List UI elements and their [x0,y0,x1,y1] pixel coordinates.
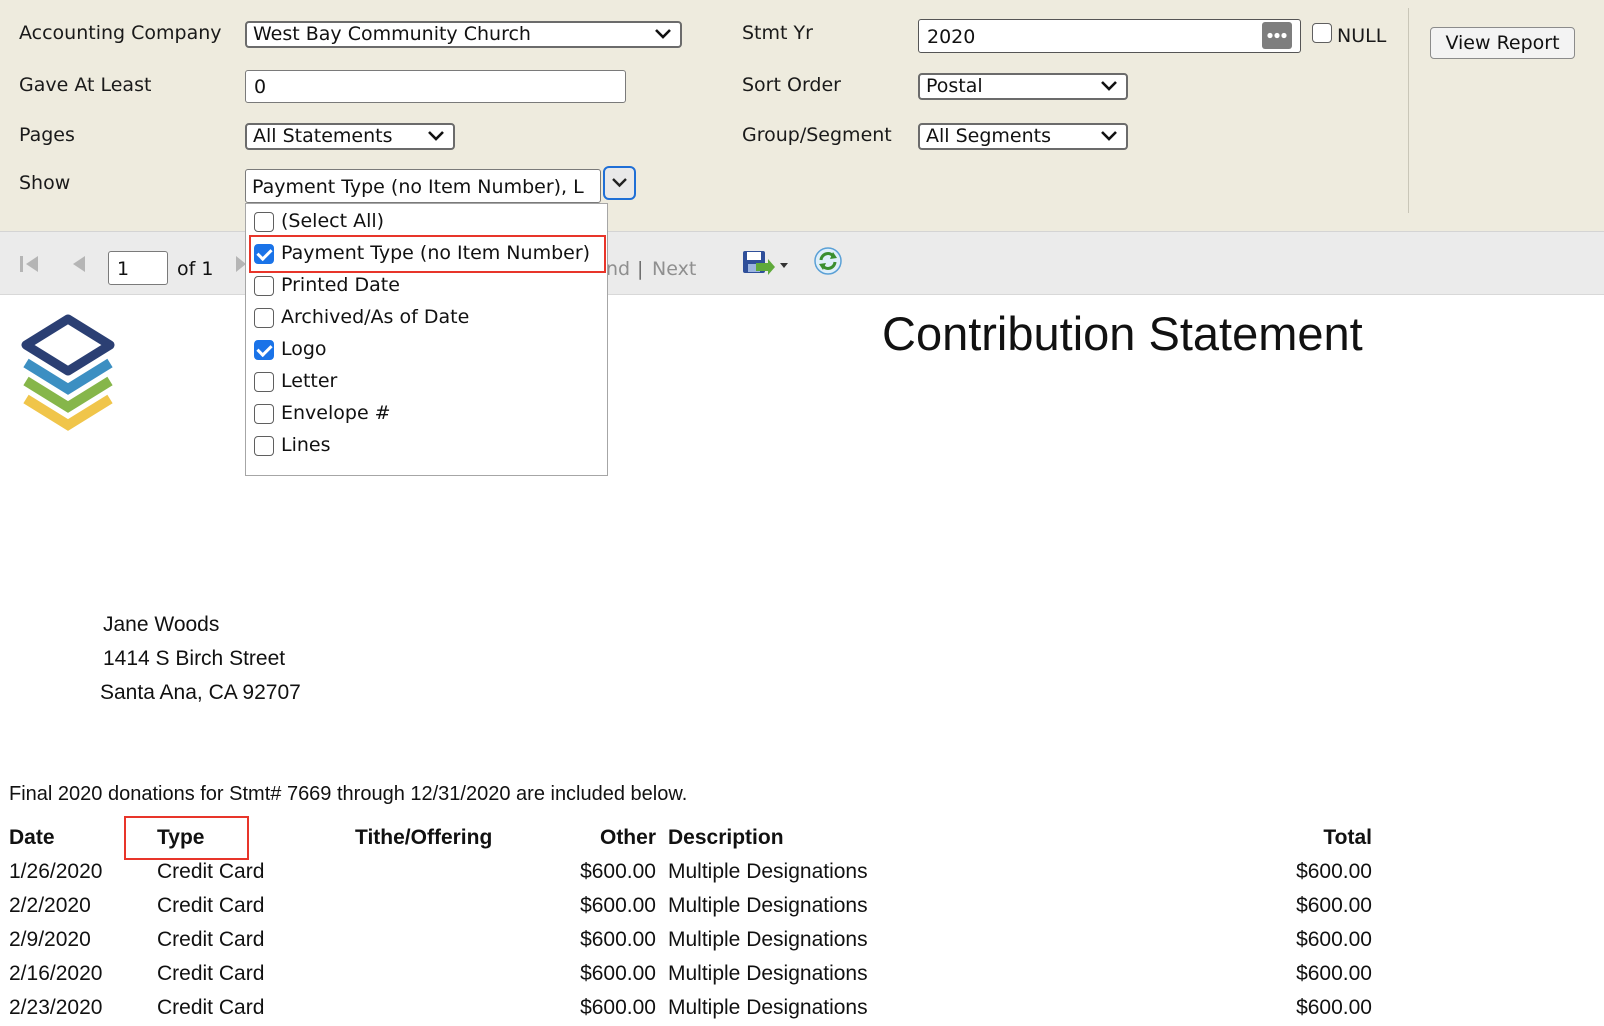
row-total: $600.00 [1296,962,1372,985]
row-type: Credit Card [157,962,265,985]
row-total: $600.00 [1296,894,1372,917]
stmt-yr-label: Stmt Yr [742,22,813,44]
null-label: NULL [1337,25,1387,47]
row-other: $600.00 [580,962,656,985]
chevron-down-icon [1101,81,1117,91]
option-checkbox[interactable] [254,308,274,328]
pages-label: Pages [19,124,75,146]
address-street: 1414 S Birch Street [103,647,286,670]
company-logo [21,314,115,431]
column-header-other: Other [599,826,656,849]
group-segment-label: Group/Segment [742,124,892,146]
parameter-panel: Accounting Company West Bay Community Ch… [0,0,1604,231]
find-link[interactable]: nd [606,258,630,280]
option-label: Logo [281,338,327,360]
show-multiselect-input[interactable]: Payment Type (no Item Number), L [245,169,601,203]
report-title: Contribution Statement [882,307,1363,360]
row-type: Credit Card [157,928,265,951]
row-date: 2/16/2020 [9,962,103,985]
toolbar-separator: | [637,258,644,280]
row-description: Multiple Designations [668,962,868,985]
row-total: $600.00 [1296,928,1372,951]
row-date: 1/26/2020 [9,860,103,883]
ellipsis-button[interactable] [1262,22,1292,49]
column-header-tithe: Tithe/Offering [355,826,493,849]
payment-type-option-highlight [249,235,606,273]
row-date: 2/2/2020 [9,894,91,917]
show-label: Show [19,172,71,194]
chevron-down-icon [1101,131,1117,141]
row-date: 2/9/2020 [9,928,91,951]
option-label: Printed Date [281,274,400,296]
option-checkbox[interactable] [254,372,274,392]
statement-intro: Final 2020 donations for Stmt# 7669 thro… [9,783,688,805]
row-date: 2/23/2020 [9,996,103,1019]
row-other: $600.00 [580,894,656,917]
option-checkbox[interactable] [254,436,274,456]
pages-select[interactable]: All Statements [245,123,455,150]
stmt-yr-input[interactable]: 2020 [918,19,1301,53]
row-other: $600.00 [580,860,656,883]
option-label: Lines [281,434,331,456]
panel-divider [1408,8,1409,213]
option-label: Archived/As of Date [281,306,470,328]
find-next-link[interactable]: Next [652,258,696,280]
view-report-button[interactable]: View Report [1430,27,1575,59]
row-description: Multiple Designations [668,996,868,1019]
option-label: Envelope # [281,402,391,424]
report-toolbar: 1 of 1 nd | Next [0,231,1604,295]
option-checkbox[interactable] [254,404,274,424]
row-total: $600.00 [1296,996,1372,1019]
row-description: Multiple Designations [668,860,868,883]
show-dropdown-button[interactable] [603,166,636,200]
chevron-down-icon [428,131,444,141]
ellipsis-icon [1267,32,1287,39]
previous-page-icon[interactable] [70,254,88,274]
row-description: Multiple Designations [668,928,868,951]
sort-order-value: Postal [926,75,983,97]
accounting-company-value: West Bay Community Church [253,23,531,45]
row-total: $600.00 [1296,860,1372,883]
option-checkbox[interactable] [254,276,274,296]
address-city: Santa Ana, CA 92707 [100,681,301,704]
accounting-company-select[interactable]: West Bay Community Church [245,21,682,48]
column-header-description: Description [668,826,784,849]
option-checkbox[interactable] [254,340,274,360]
address-name: Jane Woods [103,613,220,636]
pages-value: All Statements [253,125,393,147]
sort-order-select[interactable]: Postal [918,73,1128,100]
sort-order-label: Sort Order [742,74,841,96]
group-segment-select[interactable]: All Segments [918,123,1128,150]
row-other: $600.00 [580,928,656,951]
row-type: Credit Card [157,894,265,917]
gave-at-least-input[interactable]: 0 [245,70,626,103]
row-description: Multiple Designations [668,894,868,917]
page-count-label: of 1 [177,258,214,280]
accounting-company-label: Accounting Company [19,22,222,44]
option-label: (Select All) [281,210,385,232]
row-type: Credit Card [157,860,265,883]
option-label: Letter [281,370,338,392]
stmt-yr-value: 2020 [927,26,976,48]
export-save-icon[interactable] [742,249,790,279]
gave-at-least-label: Gave At Least [19,74,152,96]
option-checkbox[interactable] [254,212,274,232]
null-checkbox[interactable] [1312,23,1332,43]
first-page-icon[interactable] [18,254,42,274]
type-header-highlight [124,816,249,860]
column-header-date: Date [9,826,55,849]
row-other: $600.00 [580,996,656,1019]
row-type: Credit Card [157,996,265,1019]
chevron-down-icon [612,178,627,188]
column-header-total: Total [1323,826,1372,849]
group-segment-value: All Segments [926,125,1051,147]
chevron-down-icon [655,29,671,39]
page-number-input[interactable]: 1 [108,251,168,285]
refresh-icon[interactable] [813,246,843,276]
